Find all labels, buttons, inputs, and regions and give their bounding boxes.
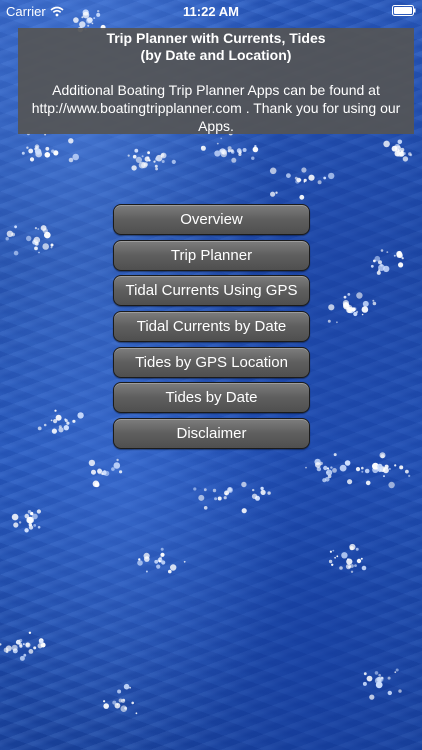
tides-gps-button[interactable]: Tides by GPS Location [113,346,310,378]
main-menu: Overview Trip Planner Tidal Currents Usi… [113,204,310,454]
app-title-line2: (by Date and Location) [140,47,292,63]
tidal-currents-date-button[interactable]: Tidal Currents by Date [113,311,310,343]
info-message: Additional Boating Trip Planner Apps can… [24,81,408,135]
app-title-line1: Trip Planner with Currents, Tides [106,30,326,46]
battery-icon [392,5,416,16]
info-message-line2: http://www.boatingtripplanner.com . Than… [31,100,401,116]
info-message-line3: Apps. [198,118,234,134]
info-message-line1: Additional Boating Trip Planner Apps can… [52,82,380,98]
status-bar: Carrier 11:22 AM [0,0,422,22]
app-title: Trip Planner with Currents, Tides (by Da… [24,30,408,64]
status-time: 11:22 AM [183,4,239,19]
trip-planner-button[interactable]: Trip Planner [113,239,310,271]
info-panel: Trip Planner with Currents, Tides (by Da… [18,28,414,134]
tides-date-button[interactable]: Tides by Date [113,382,310,414]
disclaimer-button[interactable]: Disclaimer [113,418,310,450]
overview-button[interactable]: Overview [113,204,310,235]
tidal-currents-gps-button[interactable]: Tidal Currents Using GPS [113,275,310,307]
